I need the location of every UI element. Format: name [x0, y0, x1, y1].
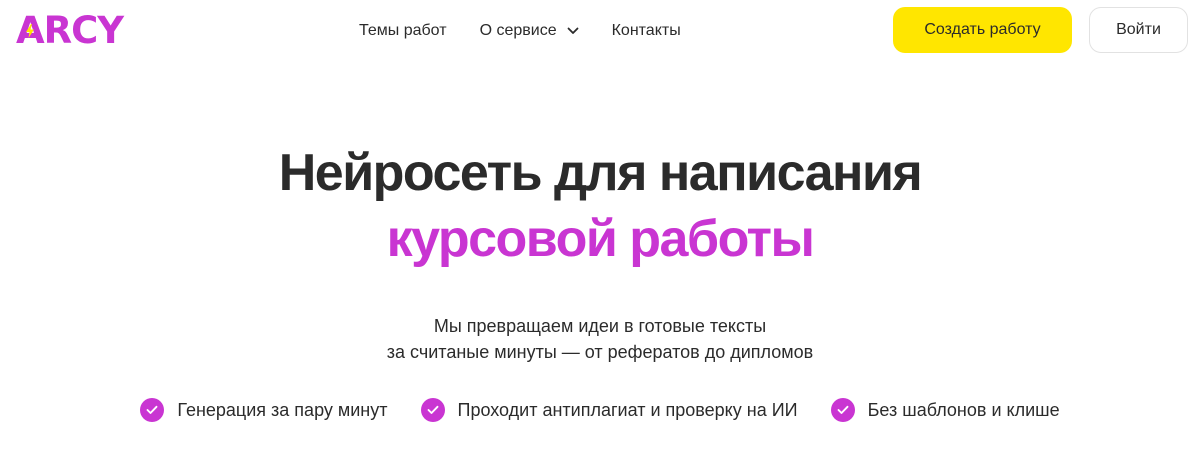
hero-title-accent: курсовой работы	[386, 210, 815, 268]
nav-item-about[interactable]: О сервисе	[480, 22, 579, 40]
nav-item-topics[interactable]: Темы работ	[359, 22, 447, 40]
feature-item: Без шаблонов и клише	[830, 398, 1060, 422]
feature-label: Проходит антиплагиат и проверку на ИИ	[457, 399, 798, 420]
lightning-bolt-icon	[26, 24, 34, 38]
nav-item-label: Темы работ	[359, 22, 447, 39]
login-button[interactable]: Войти	[1089, 7, 1188, 53]
nav-item-contacts[interactable]: Контакты	[612, 22, 681, 40]
feature-label: Без шаблонов и клише	[867, 399, 1060, 420]
check-circle-icon	[830, 398, 855, 422]
hero-subtitle-line: за считаные минуты — от рефератов до дип…	[386, 342, 814, 362]
nav-item-label: О сервисе	[479, 22, 557, 39]
hero-subtitle-line: Мы превращаем идеи в готовые тексты	[433, 316, 767, 336]
nav-item-label: Контакты	[611, 22, 681, 39]
feature-label: Генерация за пару минут	[177, 399, 388, 420]
logo[interactable]: ARCY	[16, 12, 124, 50]
hero-title: Нейросеть для написания	[278, 144, 923, 202]
feature-item: Генерация за пару минут	[140, 398, 388, 422]
feature-list: Генерация за пару минут Проходит антипла…	[0, 398, 1200, 422]
main-nav: Темы работ О сервисе Контакты	[359, 0, 681, 62]
site-header: ARCY Темы работ О сервисе Контакты Созда…	[0, 0, 1200, 62]
chevron-down-icon	[567, 27, 578, 34]
hero-subtitle: Мы превращаем идеи в готовые тексты за с…	[0, 313, 1200, 365]
check-circle-icon	[140, 398, 165, 422]
create-work-button[interactable]: Создать работу	[893, 7, 1072, 53]
check-circle-icon	[420, 398, 445, 422]
hero: Нейросеть для написания курсовой работы	[0, 140, 1200, 272]
feature-item: Проходит антиплагиат и проверку на ИИ	[420, 398, 798, 422]
